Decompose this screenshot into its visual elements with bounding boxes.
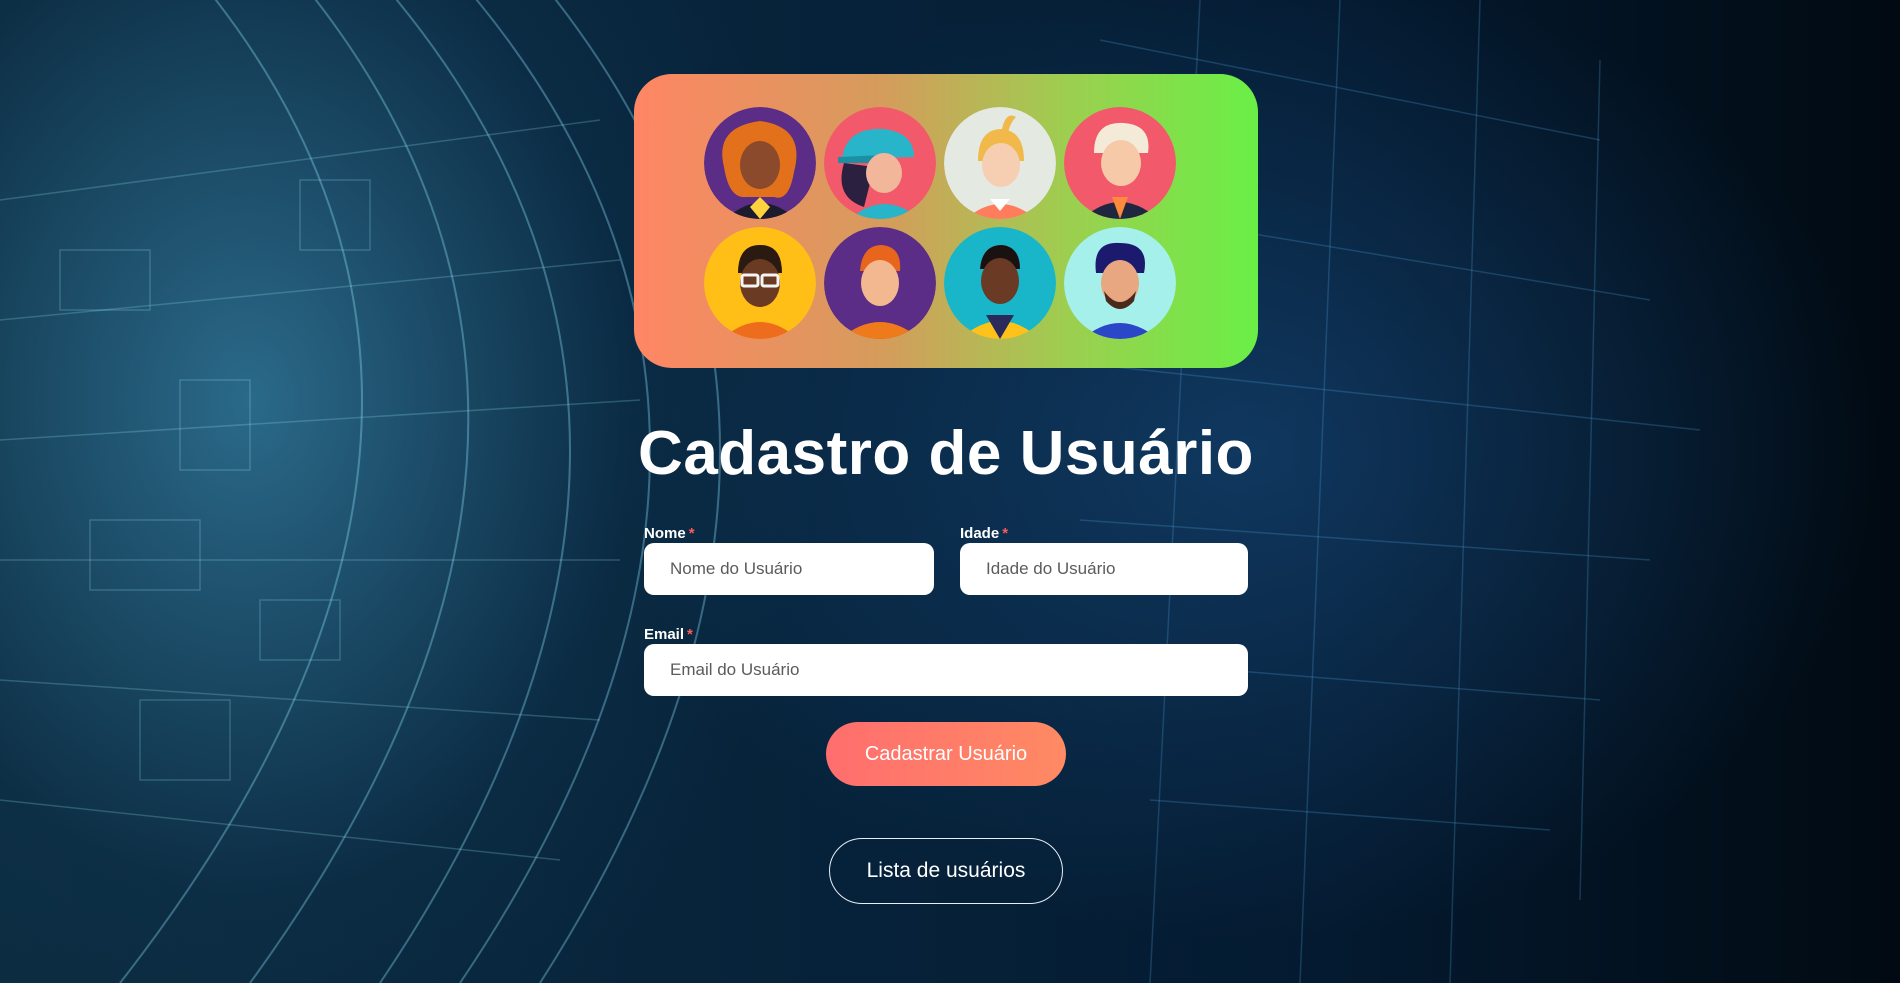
idade-required-mark: * [1002, 525, 1009, 542]
nome-label-text: Nome [644, 525, 686, 542]
user-list-button[interactable]: Lista de usuários [829, 838, 1063, 904]
email-required-mark: * [687, 626, 693, 643]
woman-blonde-ponytail-avatar [944, 107, 1056, 219]
email-input[interactable] [644, 644, 1248, 696]
email-label-text: Email [644, 626, 685, 643]
woman-orange-curly-hair-avatar [704, 107, 816, 219]
avatars-banner [634, 74, 1258, 368]
register-user-button[interactable]: Cadastrar Usuário [826, 722, 1066, 786]
nome-required-mark: * [688, 525, 695, 542]
man-red-hair-avatar [824, 227, 936, 339]
idade-label-text: Idade [960, 525, 1000, 542]
idade-input[interactable] [960, 543, 1248, 595]
idade-label: Idade * [960, 525, 1008, 542]
man-glasses-avatar [704, 227, 816, 339]
nome-label: Nome * [644, 525, 695, 542]
man-curly-hair-beard-avatar [1064, 227, 1176, 339]
person-blue-cap-avatar [824, 107, 936, 219]
page-title: Cadastro de Usuário [638, 419, 1254, 488]
nome-input[interactable] [644, 543, 934, 595]
email-label: Email * [644, 626, 693, 643]
man-white-hair-avatar [1064, 107, 1176, 219]
man-hoodie-avatar [944, 227, 1056, 339]
